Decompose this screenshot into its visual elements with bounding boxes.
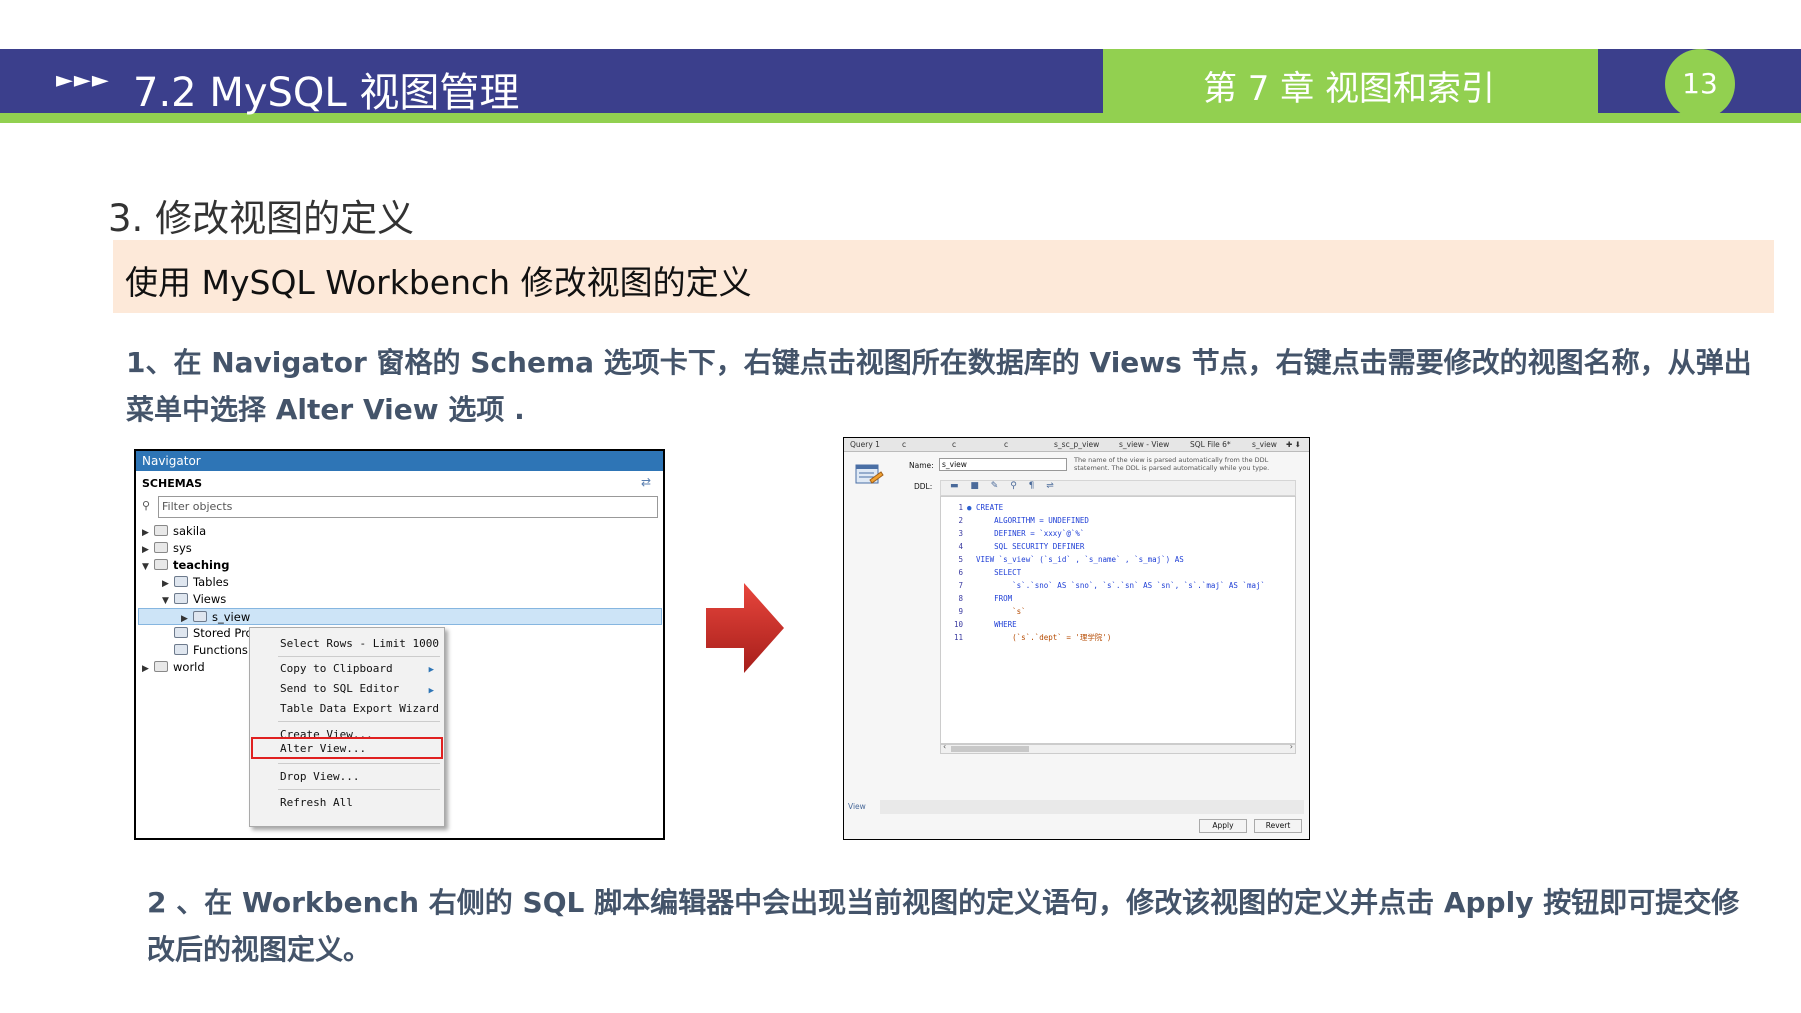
subheading-box: 使用 MySQL Workbench 修改视图的定义 [113, 240, 1774, 313]
beautify-icon: ✎ [990, 481, 999, 491]
table-icon [174, 576, 188, 587]
editor-tab-bar: Query 1 c c c s_sc_p_view s_view - View … [844, 438, 1309, 452]
view-name-input: s_view [939, 458, 1067, 471]
tree-item-sakila: ▶ sakila [142, 524, 207, 538]
ddl-label: DDL: [914, 482, 933, 491]
scroll-left-icon: ‹ [943, 742, 947, 751]
filter-input: Filter objects [158, 496, 658, 518]
apply-button: Apply [1199, 819, 1247, 833]
code-line: 8 FROM [958, 594, 1013, 603]
code-line: 6 SELECT [958, 568, 1022, 577]
tab-s-view-view: s_view - View [1119, 440, 1170, 449]
step-2-text: 2 、在 Workbench 右侧的 SQL 脚本编辑器中会出现当前视图的定义语… [147, 886, 1740, 966]
tree-item-tables: ▶ Tables [162, 575, 229, 589]
code-line: 11 (`s`.`dept` = '理学院') [953, 633, 1112, 642]
context-menu: Select Rows - Limit 1000 Copy to Clipboa… [249, 627, 445, 827]
tab-c: c [952, 440, 957, 449]
page-number: 13 [1665, 49, 1735, 119]
folder-icon [174, 644, 188, 655]
database-icon [154, 661, 168, 672]
refresh-icon: ⇄ [640, 475, 651, 489]
menu-separator [278, 656, 440, 657]
menu-separator [278, 789, 440, 790]
menu-item-export-wizard: Table Data Export Wizard [280, 702, 439, 715]
header-arrows-icon: ►►► [56, 68, 110, 93]
alter-view-highlight [251, 737, 443, 759]
view-editor-icon [855, 464, 884, 484]
chapter-label: 第 7 章 视图和索引 [1203, 69, 1496, 109]
tab-s-sc-p-view: s_sc_p_view [1054, 440, 1100, 449]
navigator-titlebar: Navigator [136, 451, 663, 471]
page-title: 7.2 MySQL 视图管理 [133, 70, 520, 116]
folder-icon [174, 627, 188, 638]
code-line: 7 `s`.`sno` AS `sno`, `s`.`sn` AS `sn`, … [958, 581, 1266, 590]
menu-item-copy-to-clipboard: Copy to Clipboard [280, 662, 393, 675]
schemas-label: SCHEMAS [142, 477, 203, 490]
menu-item-refresh-all: Refresh All [280, 796, 353, 809]
code-line: 10 WHERE [953, 620, 1017, 629]
tree-item-teaching: ▼ teaching [142, 558, 230, 572]
save-icon: ■ [970, 481, 979, 491]
section-heading: 3. 修改视图的定义 [108, 197, 415, 240]
view-folder-icon [174, 593, 188, 604]
navigator-screenshot: Navigator SCHEMAS ⇄ ⚲ Filter objects ▶ sa… [134, 449, 665, 840]
step-1-text: 1、在 Navigator 窗格的 Schema 选项卡下，右键点击视图所在数据… [126, 346, 1752, 426]
right-arrow-icon [706, 583, 784, 673]
open-folder-icon: ▬ [950, 481, 959, 491]
bottom-tab-bar [880, 800, 1304, 814]
submenu-arrow-icon: ▶ [428, 665, 434, 675]
workbench-screenshot: Query 1 c c c s_sc_p_view s_view - View … [843, 437, 1310, 840]
subheading-text: 使用 MySQL Workbench 修改视图的定义 [125, 263, 752, 302]
editor-toolbar: ▬ ■ ✎ ⚲ ¶ ⇌ [940, 480, 1296, 496]
find-icon: ⚲ [1010, 481, 1017, 491]
code-line: 3 DEFINER = `xxxy`@`%` [958, 529, 1085, 538]
editor-horizontal-scrollbar: ‹ › [940, 742, 1296, 754]
view-tab: View [848, 802, 866, 811]
tree-item-functions: Functions [162, 642, 248, 659]
revert-button: Revert [1254, 819, 1302, 833]
search-icon: ⚲ [142, 499, 151, 512]
tab-query-1: Query 1 [850, 440, 880, 449]
view-icon [193, 611, 207, 622]
database-icon [154, 559, 168, 570]
code-line: 9 `s` [958, 607, 1026, 616]
scroll-thumb [951, 746, 1029, 752]
sql-editor: 1 ● CREATE 2 ALGORITHM = UNDEFINED 3 DEFI… [940, 496, 1296, 744]
menu-separator [278, 721, 440, 722]
tab-c: c [902, 440, 907, 449]
code-line: 5 VIEW `s_view` (`s_id` , `s_name` , `s_… [958, 555, 1184, 564]
name-label: Name: [909, 461, 934, 470]
tab-s-view: s_view [1252, 440, 1277, 449]
tree-item-world: ▶ world [142, 660, 205, 674]
tab-sql-file: SQL File 6* [1190, 440, 1231, 449]
tab-scroll-icon: ✚ ⬇ [1286, 440, 1301, 449]
code-line: 2 ALGORITHM = UNDEFINED [958, 516, 1089, 525]
scroll-right-icon: › [1289, 742, 1293, 751]
database-icon [154, 542, 168, 553]
menu-item-drop-view: Drop View... [280, 770, 360, 783]
menu-item-send-to-sql-editor: Send to SQL Editor [280, 682, 400, 695]
tree-item-s-view: ▶ s_view [138, 608, 662, 625]
menu-item-select-rows: Select Rows - Limit 1000 [280, 637, 439, 650]
submenu-arrow-icon: ▶ [428, 686, 434, 696]
invisible-chars-icon: ¶ [1028, 481, 1035, 491]
code-line: 4 SQL SECURITY DEFINER [958, 542, 1085, 551]
chapter-label-box: 第 7 章 视图和索引 [1103, 49, 1598, 113]
tree-item-sys: ▶ sys [142, 541, 192, 555]
tree-item-stored-procedures: Stored Pro [162, 625, 253, 642]
menu-separator [278, 763, 440, 764]
code-line: 1 ● CREATE [958, 503, 1004, 512]
name-hint: The name of the view is parsed automatic… [1074, 456, 1270, 472]
database-icon [154, 525, 168, 536]
wrap-icon: ⇌ [1046, 481, 1054, 491]
tree-item-views: ▼ Views [162, 592, 227, 606]
tab-c: c [1004, 440, 1009, 449]
